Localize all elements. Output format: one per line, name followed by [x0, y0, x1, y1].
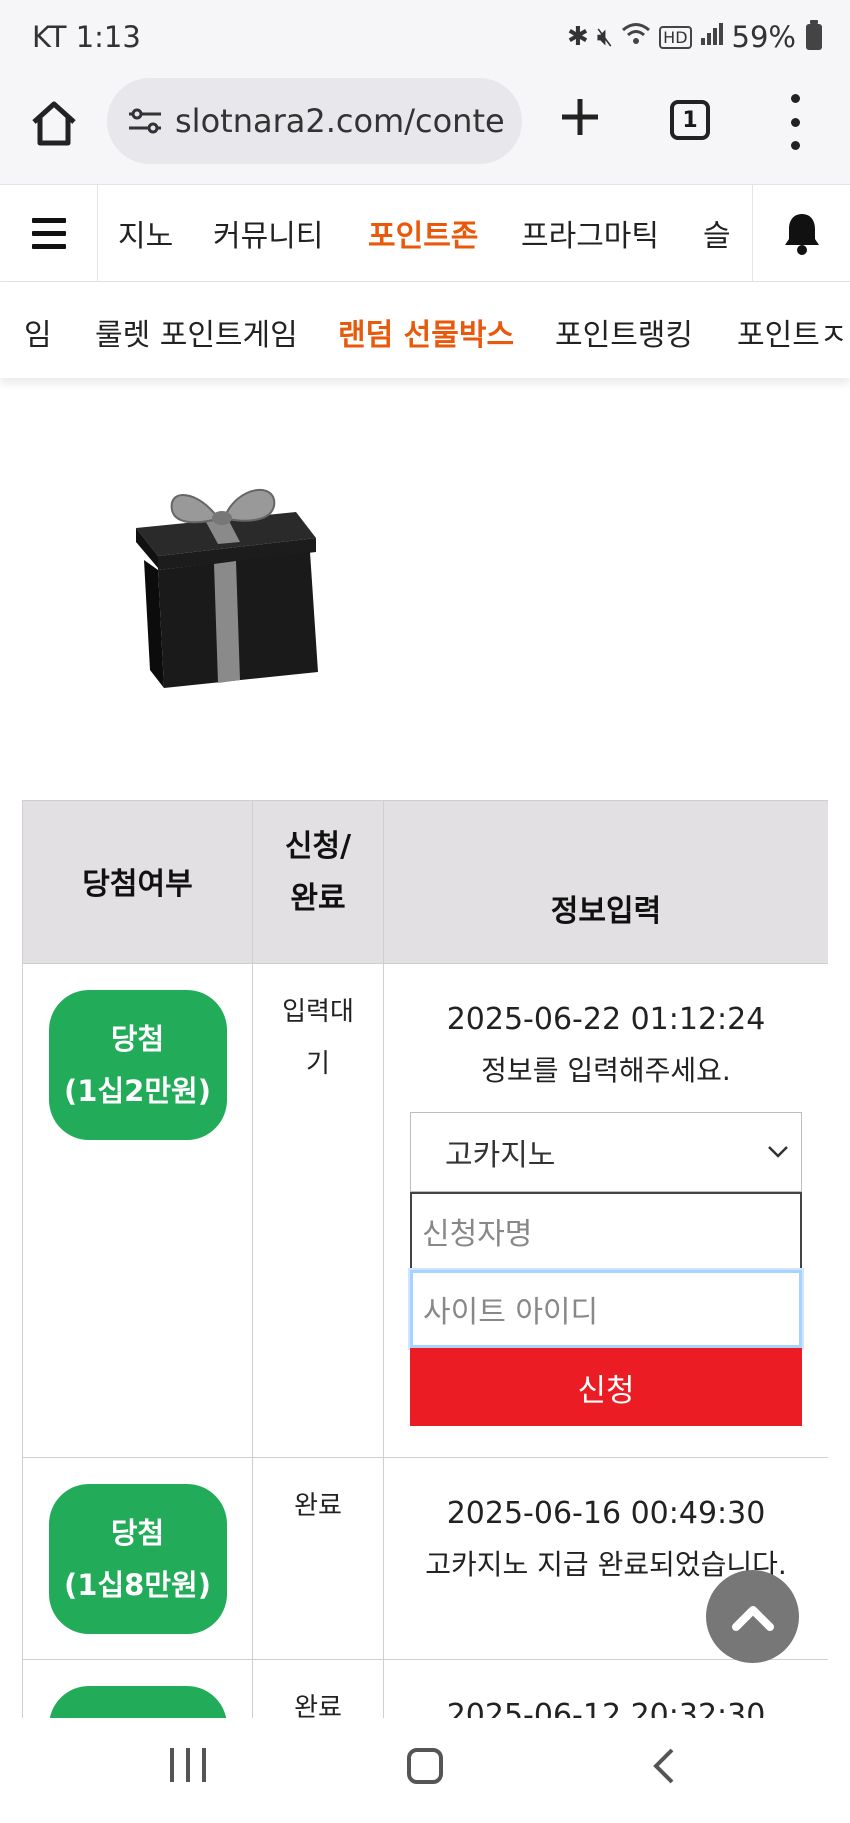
result-cell: 당첨 (1십8만원) [22, 1457, 253, 1660]
row-date: 2025-06-12 20:32:30 [446, 1698, 766, 1718]
more-menu-icon[interactable] [785, 94, 805, 150]
address-bar[interactable]: slotnara2.com/conte [107, 78, 522, 164]
nav-item-slot[interactable]: 슬 [703, 211, 731, 255]
new-tab-icon[interactable] [555, 92, 605, 142]
badge-title: 당첨 [110, 1022, 165, 1056]
sub-item-point-ranking[interactable]: 포인트랭킹 [555, 310, 693, 354]
back-icon[interactable] [648, 1746, 678, 1786]
header-status: 신청/ 완료 [252, 800, 384, 964]
main-nav-items: 지노 커뮤니티 포인트존 프라그마틱 슬 [98, 185, 752, 281]
nav-item-community[interactable]: 커뮤니티 [213, 211, 323, 255]
tab-switcher-button[interactable]: 1 [670, 100, 710, 140]
status-text-line2: 기 [306, 1049, 330, 1079]
sub-item-roulette[interactable]: 룰렛 포인트게임 [95, 310, 298, 354]
gift-box-image [128, 460, 328, 700]
sub-item-random-giftbox[interactable]: 랜덤 선물박스 [338, 310, 514, 354]
nav-item-pragmatic[interactable]: 프라그마틱 [521, 211, 659, 255]
win-badge: 당첨 (1십2만원) [48, 990, 227, 1140]
nav-item-casino[interactable]: 지노 [118, 211, 173, 255]
browser-toolbar: slotnara2.com/conte 1 [0, 78, 850, 184]
home-nav-icon[interactable] [407, 1748, 443, 1784]
site-settings-icon[interactable] [125, 101, 165, 141]
header-info: 정보입력 [383, 800, 828, 964]
scroll-top-button[interactable] [706, 1570, 799, 1663]
status-bar: KT 1:13 ✱ 🔇︎ HD 59% [0, 0, 850, 78]
badge-amount: (1십8만원) [64, 1568, 211, 1602]
badge-title: 당첨 [110, 1516, 165, 1550]
info-cell: 2025-06-12 20:32:30 [383, 1659, 828, 1718]
win-badge: 당첨 (1십8만원) [48, 1484, 227, 1634]
status-time: KT 1:13 [32, 20, 141, 54]
wifi-icon [621, 21, 651, 54]
result-cell: 당첨 (1십2만원) [22, 963, 253, 1458]
badge-amount: (1십2만원) [64, 1074, 211, 1108]
status-cell: 완료 [252, 1457, 384, 1660]
applicant-name-input[interactable]: 신청자명 [410, 1192, 802, 1270]
sub-item-point-more[interactable]: 포인트ㅈ [737, 310, 847, 354]
battery-percent: 59% [731, 20, 796, 54]
notification-button[interactable] [752, 185, 850, 281]
header-status-line1: 신청/ [284, 829, 352, 864]
bluetooth-icon: ✱ [566, 22, 589, 52]
system-nav-bar [0, 1718, 850, 1823]
claim-form: 고카지노 신청자명 사이트 아이디 신청 [410, 1112, 802, 1426]
site-sub-nav: 임 룰렛 포인트게임 랜덤 선물박스 포인트랭킹 포인트ㅈ [0, 282, 850, 378]
table-row: 당첨 (1십2만원) 입력대 기 2025-06-22 01:12:24 정보를… [22, 963, 828, 1458]
row-date: 2025-06-22 01:12:24 [446, 1002, 766, 1037]
sub-item-game[interactable]: 임 [24, 310, 52, 354]
chevron-down-icon [768, 1146, 788, 1158]
row-message: 정보를 입력해주세요. [481, 1054, 731, 1087]
apply-button[interactable]: 신청 [410, 1348, 802, 1426]
table-row: 완료 2025-06-12 20:32:30 [22, 1659, 828, 1718]
win-badge [48, 1686, 227, 1718]
result-cell [22, 1659, 253, 1718]
status-text: 완료 [294, 1693, 342, 1718]
recent-apps-icon[interactable] [170, 1748, 206, 1784]
giftbox-history-table: 당첨여부 신청/ 완료 정보입력 당첨 (1십2만원) 입력대 기 2025-0… [22, 800, 828, 1718]
site-select-value: 고카지노 [445, 1138, 556, 1173]
status-cell: 입력대 기 [252, 963, 384, 1458]
bell-icon [784, 214, 819, 255]
row-date: 2025-06-16 00:49:30 [446, 1496, 766, 1531]
chevron-up-icon [731, 1605, 774, 1631]
header-status-line2: 완료 [290, 881, 346, 916]
hd-icon: HD [659, 25, 692, 49]
home-icon[interactable] [28, 98, 80, 150]
site-select[interactable]: 고카지노 [410, 1112, 802, 1192]
site-id-input[interactable]: 사이트 아이디 [410, 1270, 802, 1348]
nav-item-pointzone[interactable]: 포인트존 [368, 211, 478, 255]
site-main-nav: 지노 커뮤니티 포인트존 프라그마틱 슬 [0, 184, 850, 282]
hamburger-menu-icon[interactable] [0, 185, 98, 281]
info-cell: 2025-06-22 01:12:24 정보를 입력해주세요. 고카지노 신청자… [383, 963, 828, 1458]
mute-icon: 🔇︎ [596, 21, 614, 52]
status-cell: 완료 [252, 1659, 384, 1718]
url-text: slotnara2.com/conte [175, 102, 505, 140]
table-header-row: 당첨여부 신청/ 완료 정보입력 [22, 800, 828, 964]
header-result: 당첨여부 [22, 800, 253, 964]
signal-icon [700, 22, 724, 53]
status-text: 완료 [294, 1491, 342, 1521]
status-text-line1: 입력대 [282, 997, 354, 1027]
battery-icon [806, 20, 822, 50]
status-icons: ✱ 🔇︎ HD 59% [567, 20, 822, 54]
